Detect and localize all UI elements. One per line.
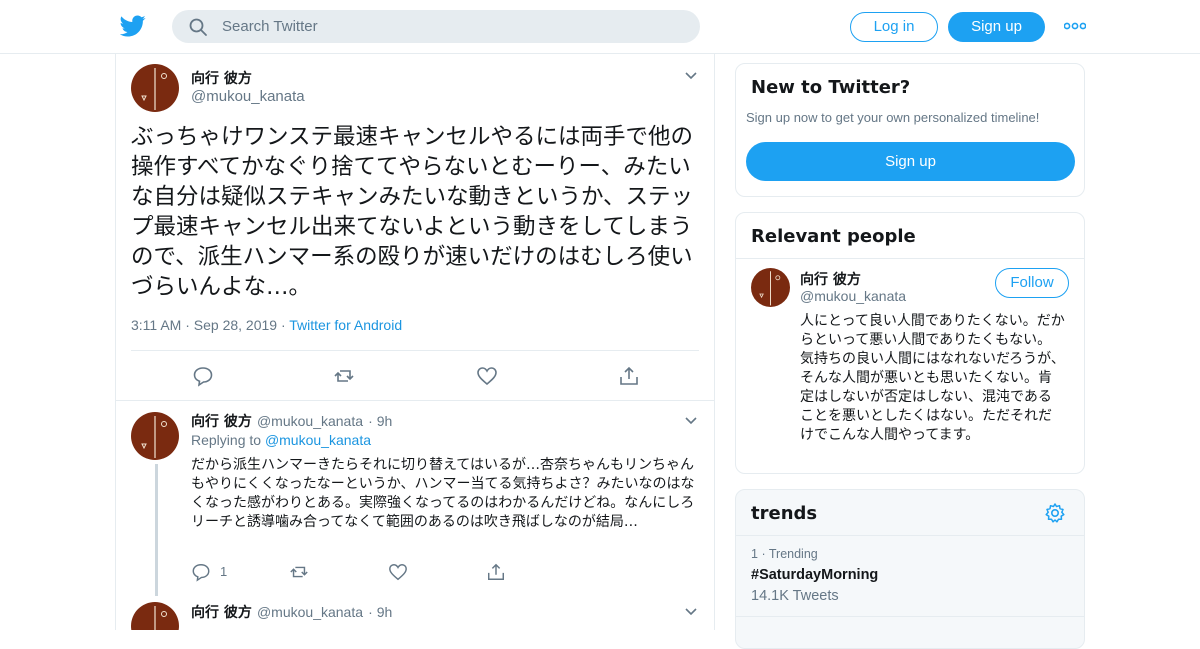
retweet-icon[interactable] (289, 562, 309, 582)
avatar[interactable] (131, 602, 179, 630)
twitter-logo-icon[interactable] (120, 13, 146, 39)
reply-icon[interactable] (191, 562, 211, 582)
reply-icon[interactable] (192, 365, 214, 387)
replying-to-handle[interactable]: @mukou_kanata (265, 432, 371, 448)
tweet-meta: 3:11 AM · Sep 28, 2019 · Twitter for And… (131, 317, 402, 333)
trend-count: 14.1K Tweets (751, 588, 839, 604)
tweet-source[interactable]: Twitter for Android (289, 317, 402, 333)
reply-header: 向行 彼方 @mukou_kanata · 9h (191, 411, 392, 431)
trend-rank-number: 1 (751, 547, 758, 561)
author-name[interactable]: 向行 彼方 (191, 68, 252, 88)
divider (736, 616, 1084, 617)
divider (736, 535, 1084, 536)
relevant-people-card: Relevant people 向行 彼方 @mukou_kanata Foll… (735, 212, 1085, 474)
retweet-icon[interactable] (333, 365, 355, 387)
person-handle[interactable]: @mukou_kanata (800, 288, 906, 304)
sidebar-signup-button[interactable]: Sign up (746, 142, 1075, 181)
tweet-age[interactable]: 9h (377, 413, 393, 429)
meta-separator: · (185, 317, 194, 333)
follow-button[interactable]: Follow (995, 268, 1069, 298)
tweet-text: ぶっちゃけワンステ最速キャンセルやるには両手で他の操作すべてかなぐり捨ててやらな… (131, 124, 694, 300)
tweet-column: 向行 彼方 @mukou_kanata ぶっちゃけワンステ最速キャンセルやるには… (115, 54, 715, 630)
chevron-down-icon[interactable] (684, 416, 698, 426)
tweet-date[interactable]: Sep 28, 2019 (194, 317, 277, 333)
author-handle[interactable]: @mukou_kanata (257, 604, 363, 620)
trends-card: trends 1 · Trending #SaturdayMorning 14.… (735, 489, 1085, 649)
trend-rank: 1 · Trending (751, 547, 818, 561)
like-icon[interactable] (388, 562, 408, 582)
avatar[interactable] (751, 268, 790, 307)
chevron-down-icon[interactable] (684, 607, 698, 617)
tweet-age[interactable]: 9h (377, 604, 393, 620)
chevron-down-icon[interactable] (684, 71, 698, 81)
divider (131, 350, 699, 351)
like-icon[interactable] (476, 365, 498, 387)
author-handle[interactable]: @mukou_kanata (191, 88, 305, 105)
trend-name[interactable]: #SaturdayMorning (751, 567, 878, 583)
more-options-icon[interactable] (1064, 16, 1086, 36)
card-title: Relevant people (751, 226, 916, 247)
card-title: New to Twitter? (751, 77, 911, 98)
divider (116, 400, 714, 401)
person-bio: 人にとって良い人間でありたくない。だからといって悪い人間でありたくもない。気持ち… (800, 313, 1065, 443)
person-name[interactable]: 向行 彼方 (800, 269, 861, 289)
avatar[interactable] (131, 412, 179, 460)
author-handle[interactable]: @mukou_kanata (257, 413, 363, 429)
signup-button[interactable]: Sign up (948, 12, 1045, 42)
author-name[interactable]: 向行 彼方 (191, 605, 252, 621)
share-icon[interactable] (486, 562, 506, 582)
meta-separator: · (761, 547, 769, 561)
login-button[interactable]: Log in (850, 12, 938, 42)
reply-header: 向行 彼方 @mukou_kanata · 9h (191, 602, 392, 622)
share-icon[interactable] (618, 365, 640, 387)
card-subtitle: Sign up now to get your own personalized… (746, 110, 1040, 125)
avatar[interactable] (131, 64, 179, 112)
replying-to: Replying to @mukou_kanata (191, 432, 371, 448)
author-name[interactable]: 向行 彼方 (191, 414, 252, 430)
meta-separator: · (368, 604, 377, 620)
search-box[interactable] (172, 10, 700, 43)
divider (736, 258, 1084, 259)
tweet-time[interactable]: 3:11 AM (131, 317, 181, 333)
reply-count: 1 (220, 564, 228, 579)
card-title: trends (751, 503, 818, 524)
search-input[interactable] (222, 10, 682, 43)
search-icon (189, 18, 207, 36)
tweet-text: だから派生ハンマーきたらそれに切り替えてはいるが…杏奈ちゃんもリンちゃんもやりに… (191, 457, 695, 530)
top-bar: Log in Sign up (0, 0, 1200, 54)
gear-icon[interactable] (1044, 502, 1066, 524)
thread-line (155, 464, 158, 596)
new-to-twitter-card: New to Twitter? Sign up now to get your … (735, 63, 1085, 197)
meta-separator: · (368, 413, 377, 429)
replying-to-prefix: Replying to (191, 432, 262, 448)
trend-label: Trending (768, 547, 818, 561)
